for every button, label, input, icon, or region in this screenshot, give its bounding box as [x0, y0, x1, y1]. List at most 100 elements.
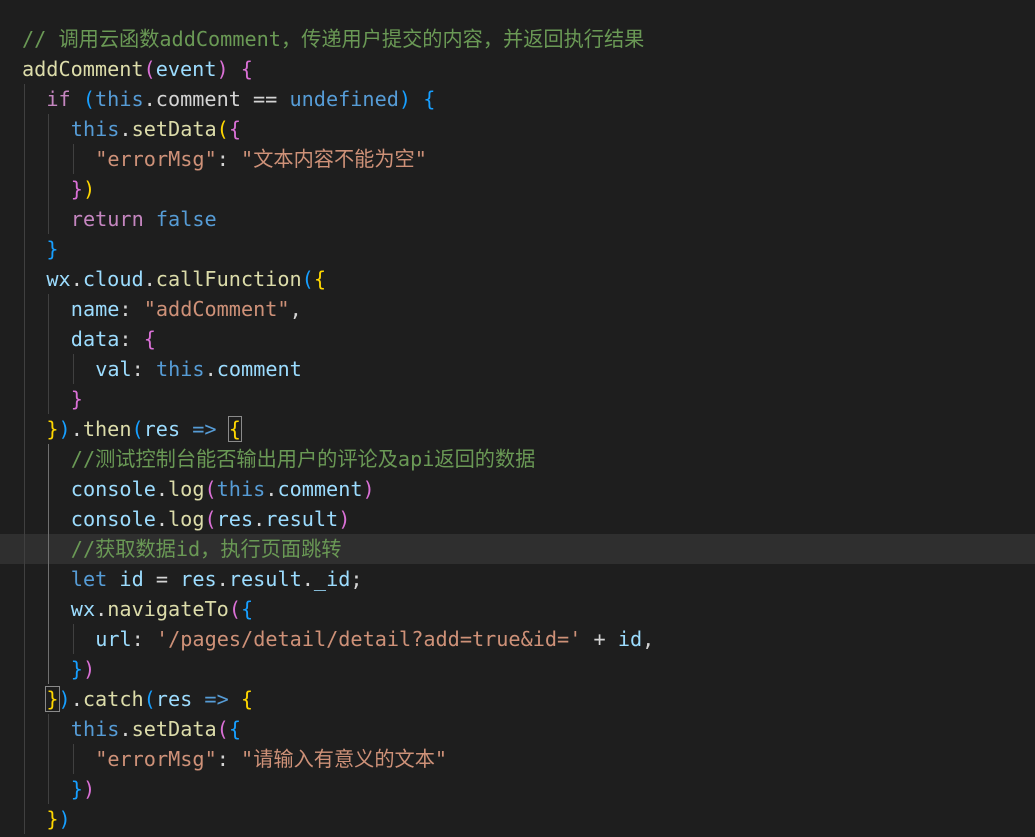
code-token: : [216, 747, 242, 771]
code-token: ) [58, 417, 71, 441]
code-token: this [70, 717, 120, 741]
code-text: } [46, 234, 58, 264]
code-token: id [119, 567, 144, 591]
code-token: result [228, 567, 302, 591]
code-token: ( [131, 417, 144, 441]
code-line[interactable]: return false [0, 204, 1035, 234]
code-text: //获取数据id，执行页面跳转 [71, 534, 342, 564]
indent-guide [48, 624, 50, 654]
code-text: // 调用云函数addComment，传递用户提交的内容，并返回执行结果 [22, 24, 644, 54]
code-token: ( [82, 87, 96, 111]
code-text: data: { [71, 324, 156, 354]
code-token: . [253, 507, 266, 531]
code-line[interactable]: } [0, 234, 1035, 264]
indent-guide [48, 444, 50, 474]
code-token: "文本内容不能为空" [241, 147, 427, 171]
code-line[interactable]: }).then(res => { [0, 414, 1035, 444]
code-text: this.setData({ [71, 114, 241, 144]
indent-guide [24, 504, 25, 534]
code-line[interactable]: addComment(event) { [0, 54, 1035, 84]
code-token: "errorMsg" [95, 147, 217, 171]
code-text: //测试控制台能否输出用户的评论及api返回的数据 [71, 444, 536, 474]
code-token: = [143, 567, 181, 591]
code-text: wx.cloud.callFunction({ [46, 264, 326, 294]
code-line[interactable]: url: '/pages/detail/detail?add=true&id='… [0, 624, 1035, 654]
code-token: , [289, 297, 302, 321]
code-token: } [70, 777, 83, 801]
code-line[interactable]: }) [0, 774, 1035, 804]
indent-guide [72, 624, 74, 654]
code-token: console [70, 507, 156, 531]
indent-guide [24, 144, 25, 174]
indent-guide [24, 384, 25, 414]
code-token: console [70, 477, 156, 501]
code-line[interactable]: let id = res.result._id; [0, 564, 1035, 594]
code-line[interactable]: }) [0, 174, 1035, 204]
code-editor[interactable]: // 调用云函数addComment，传递用户提交的内容，并返回执行结果 addC… [0, 0, 1035, 837]
code-line[interactable]: wx.cloud.callFunction({ [0, 264, 1035, 294]
code-token: + [581, 627, 618, 651]
code-token: "addComment" [143, 297, 290, 321]
code-line[interactable]: val: this.comment [0, 354, 1035, 384]
code-line[interactable]: this.setData({ [0, 714, 1035, 744]
code-token: callFunction [155, 267, 302, 291]
code-token: event [155, 57, 217, 81]
code-line[interactable]: }) [0, 654, 1035, 684]
code-text: }).catch(res => { [45, 684, 253, 714]
code-token: . [301, 567, 314, 591]
code-token: : [119, 327, 144, 351]
code-line[interactable]: data: { [0, 324, 1035, 354]
code-token: . [95, 597, 108, 621]
code-line[interactable]: wx.navigateTo({ [0, 594, 1035, 624]
code-token: . [265, 477, 278, 501]
code-line[interactable]: "errorMsg": "文本内容不能为空" [0, 144, 1035, 174]
indent-guide [24, 294, 25, 324]
code-token: "请输入有意义的文本" [241, 747, 448, 771]
code-line[interactable]: console.log(this.comment) [0, 474, 1035, 504]
code-token: false [155, 207, 217, 231]
indent-guide [48, 594, 50, 624]
code-line[interactable]: // 调用云函数addComment，传递用户提交的内容，并返回执行结果 [0, 24, 1035, 54]
indent-guide [24, 564, 25, 594]
code-line[interactable]: this.setData({ [0, 114, 1035, 144]
code-line[interactable]: console.log(res.result) [0, 504, 1035, 534]
code-token: res [143, 417, 181, 441]
code-line[interactable]: name: "addComment", [0, 294, 1035, 324]
code-line[interactable]: //测试控制台能否输出用户的评论及api返回的数据 [0, 444, 1035, 474]
code-token: { [240, 57, 253, 81]
code-token: val [95, 357, 132, 381]
code-token: : [216, 147, 242, 171]
code-token: ) [216, 57, 229, 81]
indent-guide [48, 474, 50, 504]
code-token: ( [143, 687, 156, 711]
code-token: { [423, 87, 436, 111]
code-text: console.log(res.result) [71, 504, 351, 534]
code-token: . [216, 567, 229, 591]
indent-guide [24, 774, 25, 804]
code-token: cloud [82, 267, 144, 291]
code-token: ) [82, 777, 96, 801]
code-line[interactable]: } [0, 384, 1035, 414]
code-token: : [131, 357, 156, 381]
code-line[interactable]: if (this.comment == undefined) { [0, 84, 1035, 114]
indent-guide [48, 294, 50, 324]
code-token: . [119, 117, 132, 141]
code-line[interactable]: "errorMsg": "请输入有意义的文本" [0, 744, 1035, 774]
code-line[interactable]: //获取数据id，执行页面跳转 [0, 534, 1035, 564]
indent-guide [24, 624, 25, 654]
code-line[interactable]: }) [0, 804, 1035, 834]
code-token: . [70, 687, 83, 711]
code-line[interactable]: }).catch(res => { [0, 684, 1035, 714]
indent-guide [72, 144, 74, 174]
code-text: this.setData({ [71, 714, 241, 744]
code-token: '/pages/detail/detail?add=true&id=' [155, 627, 582, 651]
code-token: this [95, 87, 144, 111]
code-token: . [70, 267, 83, 291]
code-token: comment [216, 357, 302, 381]
indent-guide [24, 324, 25, 354]
code-text: }) [46, 804, 70, 834]
code-token: } [70, 657, 83, 681]
